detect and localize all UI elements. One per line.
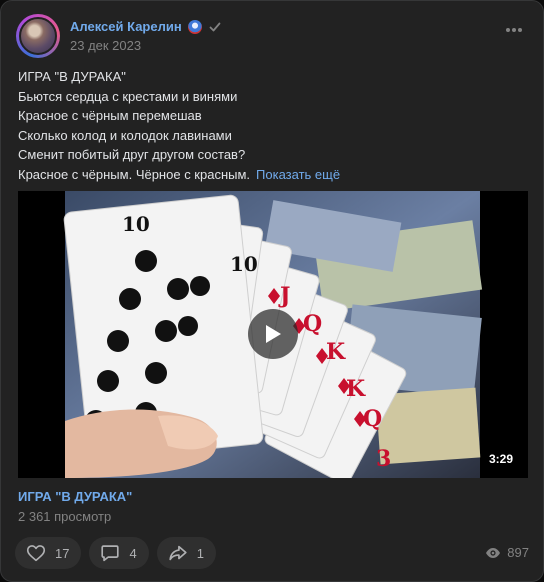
author-avatar[interactable]: [16, 14, 60, 58]
svg-text:3: 3: [376, 446, 391, 472]
eye-icon: [486, 547, 501, 558]
post-text-line: Красное с чёрным. Чёрное с красным.: [18, 166, 251, 182]
post-actions: 17 4 1: [15, 537, 216, 569]
checkmark-icon: [209, 22, 221, 31]
status-emoji-icon: [187, 19, 202, 34]
author-row: Алексей Карелин: [70, 19, 222, 34]
more-options-icon[interactable]: [505, 27, 523, 33]
play-button[interactable]: [248, 309, 298, 359]
post-views: 897: [485, 545, 529, 560]
video-title[interactable]: ИГРА "В ДУРАКА": [18, 489, 132, 504]
author-name[interactable]: Алексей Карелин: [70, 19, 182, 34]
share-icon: [169, 545, 187, 561]
avatar-image: [19, 17, 57, 55]
post-text-line: Сменит побитый друг другом состав?: [18, 147, 246, 162]
share-button[interactable]: 1: [156, 537, 216, 569]
post-text-line: Красное с чёрным перемешав: [18, 108, 202, 123]
like-button[interactable]: 17: [15, 537, 82, 569]
share-count: 1: [196, 545, 204, 561]
video-view-count: 2 361 просмотр: [18, 509, 112, 524]
svg-text:10: 10: [122, 212, 150, 236]
post-card: Алексей Карелин 23 дек 2023 ИГРА "В ДУРА…: [0, 0, 544, 582]
post-text-last-line: Красное с чёрным. Чёрное с красным. Показ…: [18, 165, 528, 185]
post-text-line: ИГРА "В ДУРАКА": [18, 69, 126, 84]
video-player[interactable]: J Q K K Q 3 10 10 3:29: [18, 191, 528, 478]
svg-text:Q: Q: [303, 311, 322, 337]
show-more-link[interactable]: Показать ещё: [256, 167, 340, 182]
post-text: ИГРА "В ДУРАКА" Бьются сердца с крестами…: [18, 67, 528, 184]
svg-text:10: 10: [230, 252, 258, 276]
play-icon: [266, 325, 281, 343]
comment-icon: [101, 545, 120, 562]
post-text-line: Сколько колод и колодок лавинами: [18, 127, 232, 143]
post-date[interactable]: 23 дек 2023: [70, 38, 141, 53]
heart-icon: [26, 545, 46, 562]
post-text-line: Бьются сердца с крестами и винями: [18, 88, 238, 104]
svg-text:K: K: [346, 376, 366, 402]
view-count: 897: [507, 545, 529, 560]
comment-count: 4: [129, 545, 137, 561]
video-duration: 3:29: [483, 450, 518, 468]
like-count: 17: [55, 545, 70, 561]
svg-text:K: K: [326, 339, 346, 365]
comment-button[interactable]: 4: [89, 537, 149, 569]
